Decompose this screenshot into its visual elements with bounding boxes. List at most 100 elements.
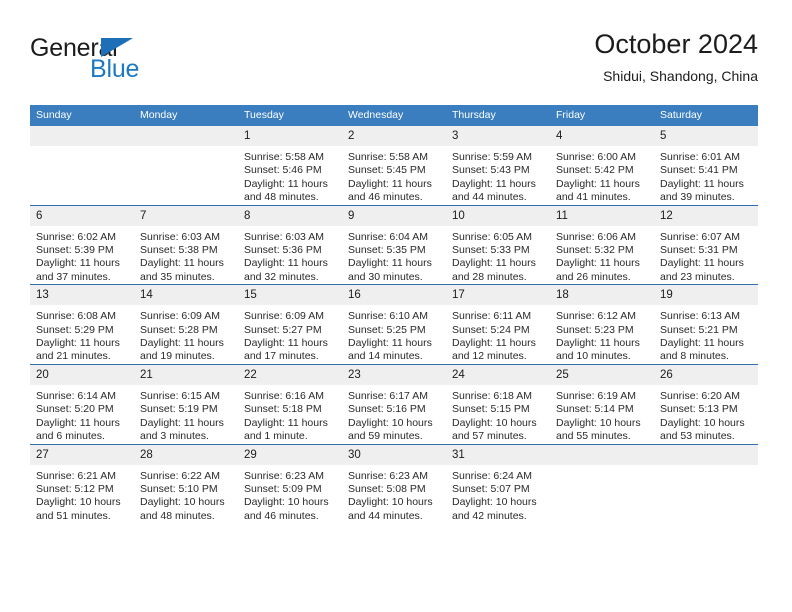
calendar-day-cell[interactable]: 1 Sunrise: 5:58 AM Sunset: 5:46 PM Daylight… <box>238 126 342 206</box>
calendar-day-cell[interactable]: 3 Sunrise: 5:59 AM Sunset: 5:43 PM Daylight… <box>446 126 550 206</box>
daylight-text-line2: and 19 minutes. <box>140 350 215 363</box>
daylight-text-line1: Daylight: 11 hours <box>36 257 120 270</box>
calendar-day-cell[interactable]: 31 Sunrise: 6:24 AM Sunset: 5:07 PM Dayligh… <box>446 443 550 524</box>
sunrise-text: Sunrise: 6:20 AM <box>660 389 740 402</box>
title-block: October 2024 Shidui, Shandong, China <box>594 28 758 84</box>
calendar-day-cell[interactable]: 4 Sunrise: 6:00 AM Sunset: 5:42 PM Daylight… <box>550 126 654 206</box>
calendar-day-cell[interactable]: 22 Sunrise: 6:16 AM Sunset: 5:18 PM Dayligh… <box>238 363 342 444</box>
day-number: 28 <box>134 444 238 465</box>
day-details: Sunrise: 6:12 AM Sunset: 5:23 PM Daylight:… <box>550 305 654 364</box>
daylight-text-line2: and 44 minutes. <box>452 191 527 204</box>
daylight-text-line2: and 10 minutes. <box>556 350 631 363</box>
sunrise-text: Sunrise: 6:00 AM <box>556 151 636 163</box>
calendar-day-cell[interactable]: 21 Sunrise: 6:15 AM Sunset: 5:19 PM Dayligh… <box>134 363 238 444</box>
daylight-text-line1: Daylight: 11 hours <box>348 257 432 270</box>
calendar-day-cell[interactable]: 9 Sunrise: 6:04 AM Sunset: 5:35 PM Daylight… <box>342 204 446 285</box>
calendar-day-cell[interactable]: 27 Sunrise: 6:21 AM Sunset: 5:12 PM Dayligh… <box>30 443 134 524</box>
calendar-day-cell[interactable]: 19 Sunrise: 6:13 AM Sunset: 5:21 PM Dayligh… <box>654 284 758 365</box>
day-number: 5 <box>654 126 758 146</box>
day-details: Sunrise: 6:15 AM Sunset: 5:19 PM Daylight:… <box>134 385 238 444</box>
weekday-header-wednesday: Wednesday <box>342 105 446 126</box>
day-number: 1 <box>238 126 342 146</box>
daylight-text-line2: and 59 minutes. <box>348 430 423 443</box>
calendar-day-cell[interactable]: 14 Sunrise: 6:09 AM Sunset: 5:28 PM Dayligh… <box>134 284 238 365</box>
calendar-day-cell[interactable]: 17 Sunrise: 6:11 AM Sunset: 5:24 PM Dayligh… <box>446 284 550 365</box>
calendar-day-cell[interactable]: 10 Sunrise: 6:05 AM Sunset: 5:33 PM Dayligh… <box>446 204 550 285</box>
calendar-day-cell[interactable]: 23 Sunrise: 6:17 AM Sunset: 5:16 PM Dayligh… <box>342 363 446 444</box>
day-number: 31 <box>446 444 550 465</box>
sunset-text: Sunset: 5:41 PM <box>660 164 738 177</box>
day-details: Sunrise: 6:14 AM Sunset: 5:20 PM Daylight:… <box>30 385 134 444</box>
sunset-text: Sunset: 5:24 PM <box>452 323 530 336</box>
sunset-text: Sunset: 5:45 PM <box>348 164 426 177</box>
daylight-text-line2: and 46 minutes. <box>348 191 423 204</box>
calendar-day-cell[interactable]: 2 Sunrise: 5:58 AM Sunset: 5:45 PM Daylight… <box>342 126 446 206</box>
calendar-week-row: 27 Sunrise: 6:21 AM Sunset: 5:12 PM Dayligh… <box>30 443 758 524</box>
daylight-text-line1: Daylight: 10 hours <box>348 496 433 509</box>
calendar-day-cell[interactable]: 24 Sunrise: 6:18 AM Sunset: 5:15 PM Dayligh… <box>446 363 550 444</box>
sunset-text: Sunset: 5:43 PM <box>452 164 530 177</box>
calendar-day-cell[interactable]: 5 Sunrise: 6:01 AM Sunset: 5:41 PM Daylight… <box>654 126 758 206</box>
day-number <box>550 444 654 465</box>
sunset-text: Sunset: 5:09 PM <box>244 482 322 495</box>
day-details: Sunrise: 5:58 AM Sunset: 5:46 PM Daylight:… <box>238 146 342 205</box>
daylight-text-line2: and 44 minutes. <box>348 509 423 522</box>
calendar-day-cell[interactable]: 6 Sunrise: 6:02 AM Sunset: 5:39 PM Daylight… <box>30 204 134 285</box>
day-details: Sunrise: 5:59 AM Sunset: 5:43 PM Daylight:… <box>446 146 550 205</box>
daylight-text-line1: Daylight: 11 hours <box>660 257 744 270</box>
calendar-day-cell[interactable]: 20 Sunrise: 6:14 AM Sunset: 5:20 PM Dayligh… <box>30 363 134 444</box>
day-number: 18 <box>550 285 654 306</box>
day-number: 12 <box>654 205 758 226</box>
day-number: 14 <box>134 285 238 306</box>
sunrise-text: Sunrise: 6:22 AM <box>140 469 220 482</box>
sunset-text: Sunset: 5:36 PM <box>244 244 322 257</box>
calendar-day-cell[interactable]: 18 Sunrise: 6:12 AM Sunset: 5:23 PM Dayligh… <box>550 284 654 365</box>
calendar-day-cell-empty <box>550 443 654 524</box>
daylight-text-line2: and 39 minutes. <box>660 191 735 204</box>
daylight-text-line1: Daylight: 10 hours <box>348 416 433 429</box>
sunset-text: Sunset: 5:25 PM <box>348 323 426 336</box>
calendar-day-cell[interactable]: 26 Sunrise: 6:20 AM Sunset: 5:13 PM Dayligh… <box>654 363 758 444</box>
sunset-text: Sunset: 5:27 PM <box>244 323 322 336</box>
sunrise-text: Sunrise: 6:09 AM <box>244 310 324 323</box>
calendar-day-cell[interactable]: 15 Sunrise: 6:09 AM Sunset: 5:27 PM Dayligh… <box>238 284 342 365</box>
day-details: Sunrise: 6:06 AM Sunset: 5:32 PM Daylight:… <box>550 226 654 285</box>
day-number: 3 <box>446 126 550 146</box>
day-details: Sunrise: 6:21 AM Sunset: 5:12 PM Daylight:… <box>30 465 134 524</box>
sunset-text: Sunset: 5:07 PM <box>452 482 530 495</box>
calendar-day-cell[interactable]: 28 Sunrise: 6:22 AM Sunset: 5:10 PM Dayligh… <box>134 443 238 524</box>
day-details: Sunrise: 6:03 AM Sunset: 5:38 PM Daylight:… <box>134 226 238 285</box>
page-title: October 2024 <box>594 29 758 59</box>
generalblue-logo[interactable]: General Blue <box>30 34 250 90</box>
sunrise-text: Sunrise: 6:04 AM <box>348 230 428 243</box>
daylight-text-line2: and 23 minutes. <box>660 270 735 283</box>
calendar-day-cell[interactable]: 30 Sunrise: 6:23 AM Sunset: 5:08 PM Dayligh… <box>342 443 446 524</box>
daylight-text-line1: Daylight: 11 hours <box>140 257 224 270</box>
calendar-day-cell[interactable]: 13 Sunrise: 6:08 AM Sunset: 5:29 PM Dayligh… <box>30 284 134 365</box>
calendar-day-cell[interactable]: 7 Sunrise: 6:03 AM Sunset: 5:38 PM Daylight… <box>134 204 238 285</box>
daylight-text-line1: Daylight: 11 hours <box>660 177 744 190</box>
day-details: Sunrise: 6:05 AM Sunset: 5:33 PM Daylight:… <box>446 226 550 285</box>
calendar-day-cell[interactable]: 25 Sunrise: 6:19 AM Sunset: 5:14 PM Dayligh… <box>550 363 654 444</box>
day-number: 20 <box>30 364 134 385</box>
sunrise-text: Sunrise: 6:13 AM <box>660 310 740 323</box>
sunset-text: Sunset: 5:20 PM <box>36 403 114 416</box>
sunrise-text: Sunrise: 6:03 AM <box>140 230 220 243</box>
sunset-text: Sunset: 5:39 PM <box>36 244 114 257</box>
calendar-week-row: 20 Sunrise: 6:14 AM Sunset: 5:20 PM Dayligh… <box>30 363 758 444</box>
sunrise-text: Sunrise: 6:23 AM <box>244 469 324 482</box>
calendar-day-cell[interactable]: 16 Sunrise: 6:10 AM Sunset: 5:25 PM Dayligh… <box>342 284 446 365</box>
calendar-day-cell[interactable]: 8 Sunrise: 6:03 AM Sunset: 5:36 PM Daylight… <box>238 204 342 285</box>
daylight-text-line2: and 46 minutes. <box>244 509 319 522</box>
calendar-day-cell[interactable]: 12 Sunrise: 6:07 AM Sunset: 5:31 PM Dayligh… <box>654 204 758 285</box>
day-number <box>134 126 238 146</box>
calendar-day-cell[interactable]: 29 Sunrise: 6:23 AM Sunset: 5:09 PM Dayligh… <box>238 443 342 524</box>
calendar-day-cell[interactable]: 11 Sunrise: 6:06 AM Sunset: 5:32 PM Dayligh… <box>550 204 654 285</box>
day-details: Sunrise: 6:23 AM Sunset: 5:08 PM Daylight:… <box>342 465 446 524</box>
day-number <box>30 126 134 146</box>
daylight-text-line2: and 12 minutes. <box>452 350 527 363</box>
daylight-text-line1: Daylight: 11 hours <box>244 337 328 350</box>
sunset-text: Sunset: 5:33 PM <box>452 244 530 257</box>
weekday-header-saturday: Saturday <box>654 105 758 126</box>
daylight-text-line1: Daylight: 11 hours <box>244 257 328 270</box>
